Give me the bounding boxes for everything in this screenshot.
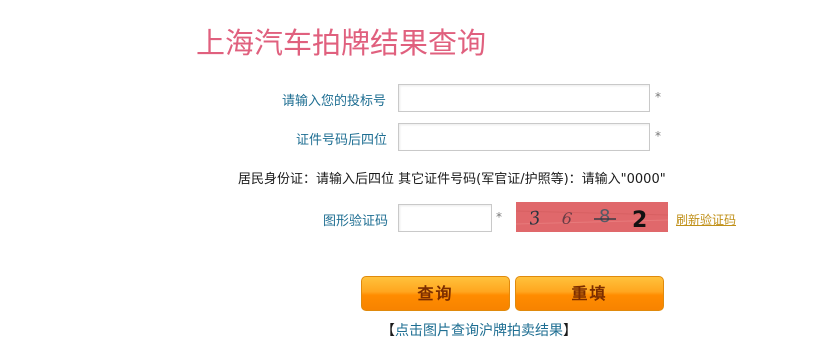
reset-button[interactable]: 重填 <box>515 276 664 311</box>
bid-number-required-mark: * <box>655 90 661 104</box>
auction-results-link[interactable]: 点击图片查询沪牌拍卖结果 <box>395 323 563 339</box>
bid-number-input[interactable] <box>398 84 650 112</box>
query-page: 上海汽车拍牌结果查询 请输入您的投标号 * 证件号码后四位 * 居民身份证：请输… <box>0 0 830 354</box>
bid-number-label: 请输入您的投标号 <box>282 94 387 109</box>
open-bracket: 【 <box>381 323 395 339</box>
close-bracket: 】 <box>563 323 577 339</box>
page-title: 上海汽车拍牌结果查询 <box>196 26 487 60</box>
id-hint-text: 居民身份证：请输入后四位 其它证件号码(军官证/护照等)：请输入"0000" <box>238 172 666 187</box>
refresh-captcha-link[interactable]: 刷新验证码 <box>676 211 736 228</box>
id-last4-input[interactable] <box>398 123 650 151</box>
captcha-char-3: 8 <box>599 206 610 227</box>
captcha-char-2: 6 <box>561 208 573 228</box>
captcha-required-mark: * <box>496 210 502 224</box>
captcha-char-4: 2 <box>632 208 647 232</box>
captcha-label: 图形验证码 <box>323 214 389 229</box>
query-button[interactable]: 查询 <box>361 276 510 311</box>
captcha-image[interactable]: 3 6 8 2 <box>516 202 668 232</box>
auction-results-link-row: 【点击图片查询沪牌拍卖结果】 <box>381 320 577 340</box>
id-last4-label: 证件号码后四位 <box>296 133 388 148</box>
captcha-image-svg: 3 6 8 2 <box>516 202 668 232</box>
captcha-input[interactable] <box>398 204 492 232</box>
id-last4-required-mark: * <box>655 129 661 143</box>
